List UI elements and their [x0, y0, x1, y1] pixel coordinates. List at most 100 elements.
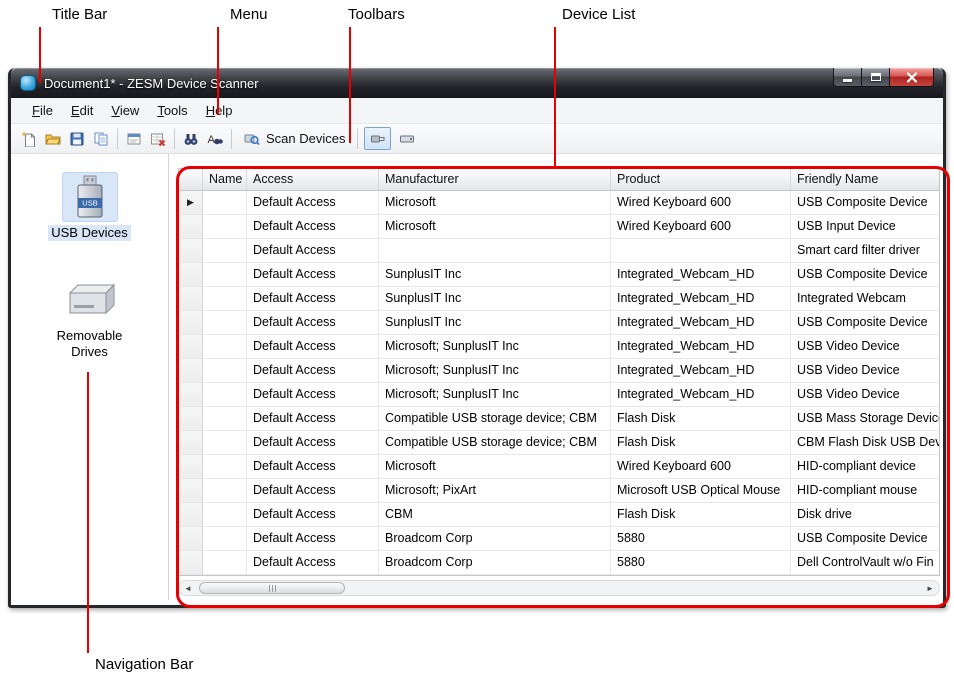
- device-cell[interactable]: [203, 527, 247, 551]
- device-cell[interactable]: [203, 431, 247, 455]
- device-row[interactable]: Default Access SunplusIT Inc Integrated_We…: [179, 311, 939, 335]
- device-cell[interactable]: Default Access: [247, 359, 379, 383]
- device-cell[interactable]: Microsoft: [379, 455, 611, 479]
- device-cell[interactable]: SunplusIT Inc: [379, 287, 611, 311]
- device-cell[interactable]: SunplusIT Inc: [379, 311, 611, 335]
- find-button[interactable]: [179, 127, 203, 151]
- copy-button[interactable]: [89, 127, 113, 151]
- device-row[interactable]: Default Access Microsoft Wired Keyboard 60…: [179, 455, 939, 479]
- device-cell[interactable]: [203, 455, 247, 479]
- save-button[interactable]: [65, 127, 89, 151]
- device-cell[interactable]: Integrated_Webcam_HD: [611, 263, 791, 287]
- nav-item-removable-drives[interactable]: Removable Drives: [11, 275, 168, 360]
- device-cell[interactable]: CBM Flash Disk USB Dev: [791, 431, 939, 455]
- device-cell[interactable]: USB Video Device: [791, 383, 939, 407]
- menu-help[interactable]: Help: [197, 100, 242, 121]
- menu-tools[interactable]: Tools: [148, 100, 196, 121]
- device-cell[interactable]: [203, 263, 247, 287]
- device-cell[interactable]: Dell ControlVault w/o Fin: [791, 551, 939, 575]
- menu-edit[interactable]: Edit: [62, 100, 102, 121]
- scroll-thumb[interactable]: [199, 582, 345, 594]
- device-cell[interactable]: Compatible USB storage device; CBM: [379, 407, 611, 431]
- device-cell[interactable]: Integrated_Webcam_HD: [611, 335, 791, 359]
- row-selector[interactable]: [179, 287, 203, 311]
- column-header-access[interactable]: Access: [247, 169, 379, 190]
- device-cell[interactable]: Broadcom Corp: [379, 527, 611, 551]
- device-row[interactable]: Default Access Broadcom Corp 5880 Dell Cont…: [179, 551, 939, 575]
- device-cell[interactable]: Flash Disk: [611, 431, 791, 455]
- device-cell[interactable]: [203, 239, 247, 263]
- device-row[interactable]: Default Access SunplusIT Inc Integrated_We…: [179, 263, 939, 287]
- column-header-name[interactable]: Name: [203, 169, 247, 190]
- device-cell[interactable]: [203, 359, 247, 383]
- delete-row-button[interactable]: [146, 127, 170, 151]
- device-cell[interactable]: USB Composite Device: [791, 263, 939, 287]
- device-row[interactable]: Default Access Microsoft; SunplusIT Inc In…: [179, 359, 939, 383]
- device-cell[interactable]: [203, 311, 247, 335]
- row-selector[interactable]: [179, 455, 203, 479]
- device-cell[interactable]: Default Access: [247, 335, 379, 359]
- device-row[interactable]: Default Access SunplusIT Inc Integrated_We…: [179, 287, 939, 311]
- device-cell[interactable]: Flash Disk: [611, 407, 791, 431]
- row-selector[interactable]: ▶: [179, 191, 203, 215]
- device-cell[interactable]: Default Access: [247, 239, 379, 263]
- device-cell[interactable]: Default Access: [247, 191, 379, 215]
- device-cell[interactable]: [203, 383, 247, 407]
- scroll-left-arrow[interactable]: ◄: [179, 581, 197, 595]
- device-cell[interactable]: Default Access: [247, 311, 379, 335]
- device-cell[interactable]: USB Composite Device: [791, 191, 939, 215]
- device-cell[interactable]: 5880: [611, 527, 791, 551]
- maximize-button[interactable]: [862, 68, 889, 87]
- device-row[interactable]: Default Access Compatible USB storage dev…: [179, 407, 939, 431]
- device-cell[interactable]: Default Access: [247, 503, 379, 527]
- device-cell[interactable]: CBM: [379, 503, 611, 527]
- device-cell[interactable]: USB Mass Storage Device: [791, 407, 939, 431]
- scroll-right-arrow[interactable]: ►: [921, 581, 939, 595]
- row-selector[interactable]: [179, 311, 203, 335]
- device-cell[interactable]: Wired Keyboard 600: [611, 191, 791, 215]
- device-cell[interactable]: [203, 479, 247, 503]
- device-row[interactable]: Default Access Microsoft; SunplusIT Inc In…: [179, 383, 939, 407]
- horizontal-scrollbar[interactable]: ◄ ►: [178, 580, 940, 596]
- device-row[interactable]: Default Access Microsoft; PixArt Microsoft…: [179, 479, 939, 503]
- device-cell[interactable]: Default Access: [247, 215, 379, 239]
- nav-item-usb-devices[interactable]: USB USB Devices: [11, 172, 168, 241]
- scan-devices-button[interactable]: Scan Devices: [236, 128, 353, 150]
- device-cell[interactable]: [203, 287, 247, 311]
- device-cell[interactable]: Integrated_Webcam_HD: [611, 383, 791, 407]
- device-row[interactable]: Default Access Microsoft Wired Keyboard 60…: [179, 215, 939, 239]
- menu-file[interactable]: File: [23, 100, 62, 121]
- device-cell[interactable]: [203, 407, 247, 431]
- device-cell[interactable]: HID-compliant device: [791, 455, 939, 479]
- usb-devices-view-toggle[interactable]: [364, 127, 392, 150]
- device-row[interactable]: ▶ Default Access Microsoft Wired Keyboard 6…: [179, 191, 939, 215]
- device-cell[interactable]: Default Access: [247, 407, 379, 431]
- device-cell[interactable]: Microsoft; PixArt: [379, 479, 611, 503]
- device-cell[interactable]: Integrated Webcam: [791, 287, 939, 311]
- device-cell[interactable]: HID-compliant mouse: [791, 479, 939, 503]
- device-cell[interactable]: Compatible USB storage device; CBM: [379, 431, 611, 455]
- device-cell[interactable]: [611, 239, 791, 263]
- device-row[interactable]: Default Access CBM Flash Disk Disk drive: [179, 503, 939, 527]
- row-selector[interactable]: [179, 335, 203, 359]
- device-cell[interactable]: Microsoft: [379, 215, 611, 239]
- device-cell[interactable]: Integrated_Webcam_HD: [611, 311, 791, 335]
- device-cell[interactable]: [203, 335, 247, 359]
- row-selector[interactable]: [179, 239, 203, 263]
- device-cell[interactable]: USB Video Device: [791, 359, 939, 383]
- device-cell[interactable]: [203, 191, 247, 215]
- column-header-friendly-name[interactable]: Friendly Name: [791, 169, 939, 190]
- row-selector[interactable]: [179, 527, 203, 551]
- device-cell[interactable]: Default Access: [247, 527, 379, 551]
- column-header-manufacturer[interactable]: Manufacturer: [379, 169, 611, 190]
- device-cell[interactable]: Microsoft; SunplusIT Inc: [379, 359, 611, 383]
- export-grid-button[interactable]: [122, 127, 146, 151]
- device-cell[interactable]: Default Access: [247, 455, 379, 479]
- device-cell[interactable]: Default Access: [247, 551, 379, 575]
- new-document-button[interactable]: [17, 127, 41, 151]
- row-selector[interactable]: [179, 215, 203, 239]
- row-selector[interactable]: [179, 431, 203, 455]
- column-header-selector[interactable]: [179, 169, 203, 190]
- device-cell[interactable]: USB Composite Device: [791, 527, 939, 551]
- row-selector[interactable]: [179, 479, 203, 503]
